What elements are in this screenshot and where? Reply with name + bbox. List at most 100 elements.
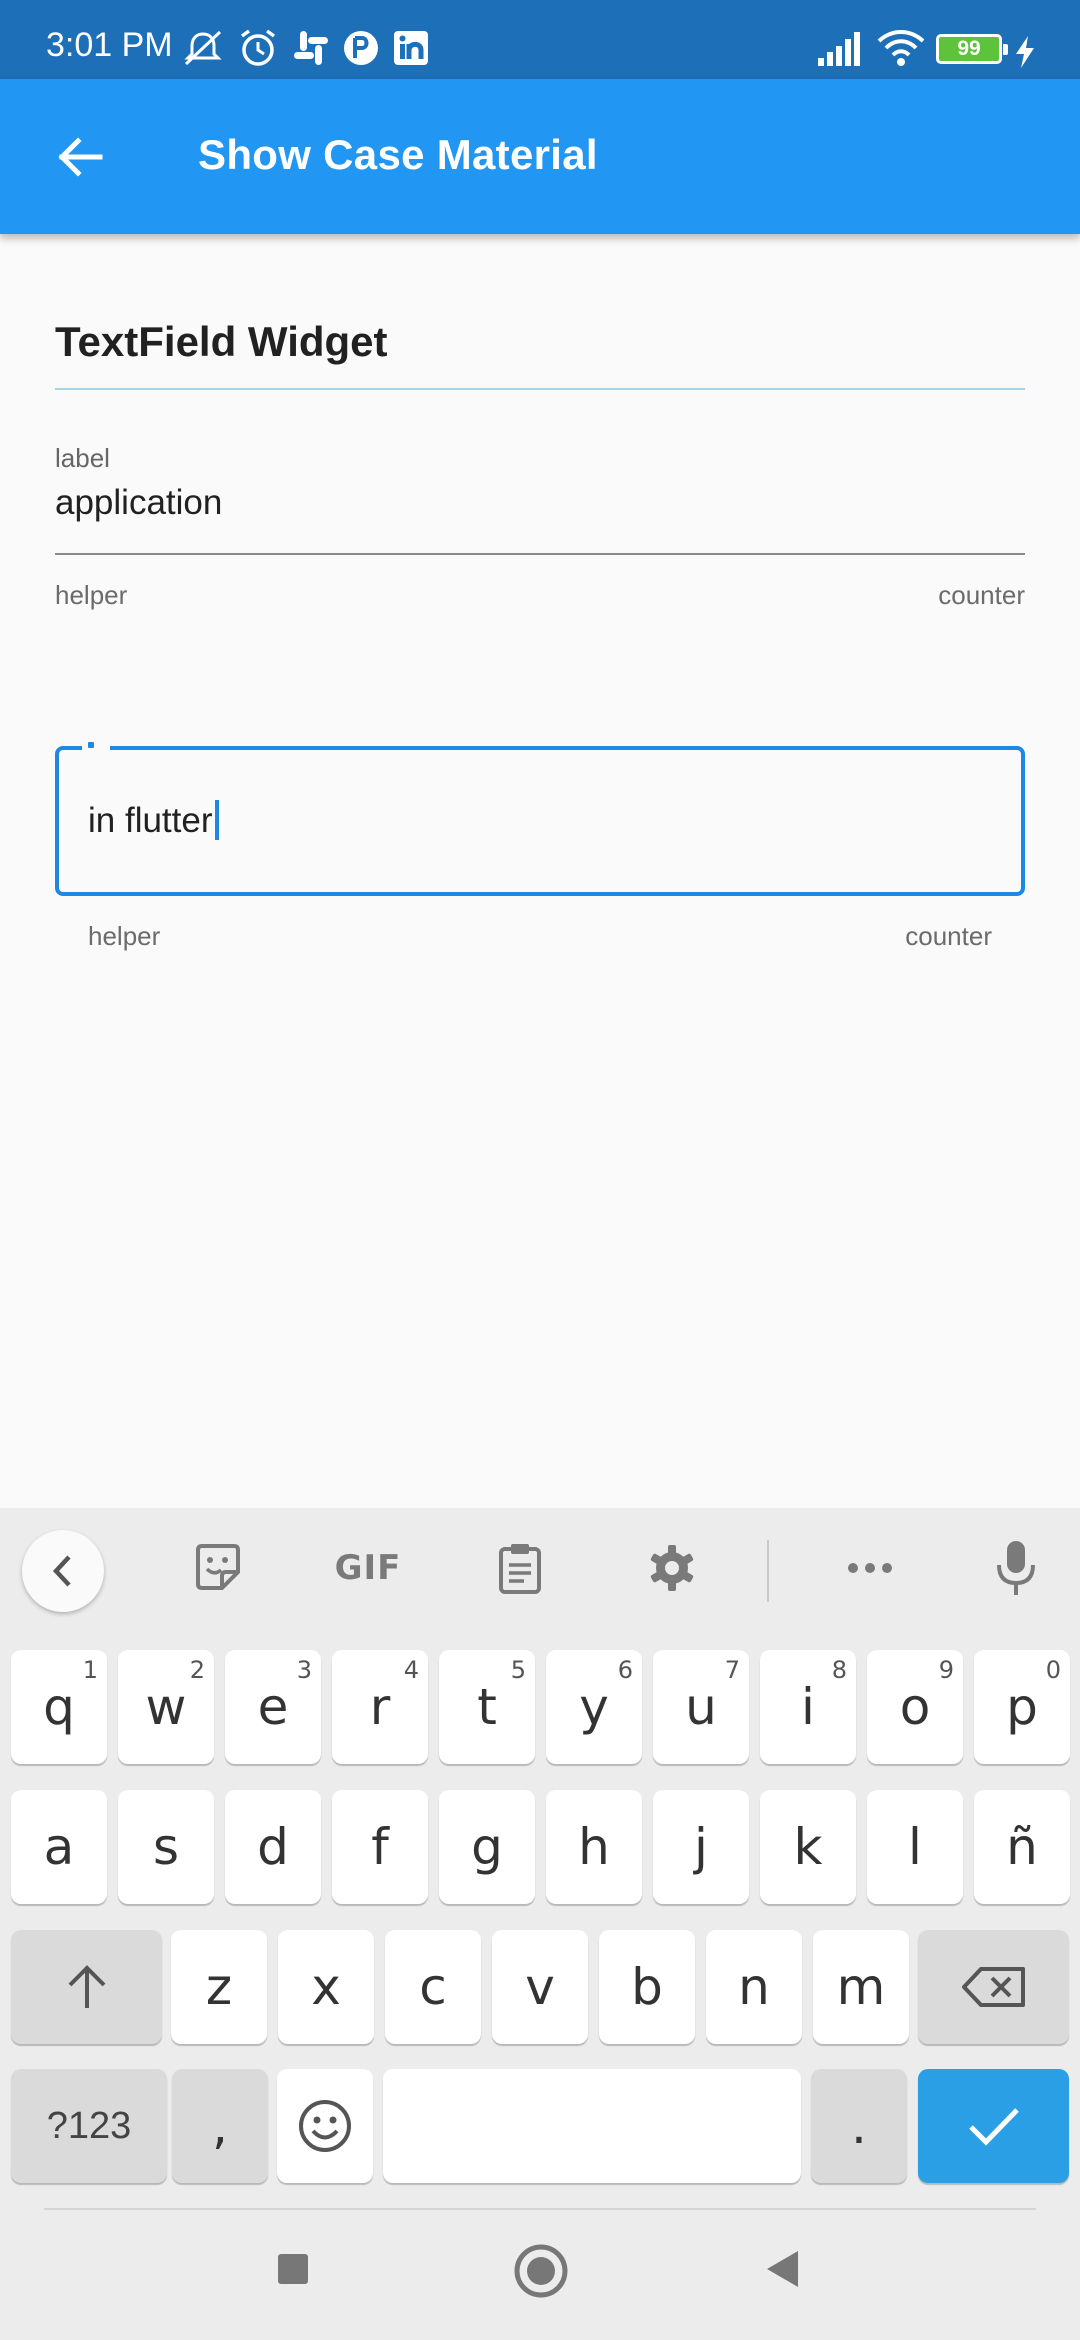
- wifi-icon: [877, 30, 925, 66]
- section-divider: [55, 388, 1025, 390]
- key-label: i: [801, 1678, 815, 1736]
- key-e[interactable]: e3: [225, 1650, 321, 1764]
- clipboard-icon: [499, 1544, 541, 1594]
- key-label: l: [908, 1818, 922, 1876]
- key-d[interactable]: d: [225, 1790, 321, 1904]
- symbols-key[interactable]: ?123: [11, 2069, 167, 2183]
- space-key[interactable]: [383, 2069, 801, 2183]
- key-label: q: [43, 1678, 75, 1736]
- key-hint: 9: [938, 1656, 954, 1684]
- outline-notch: [82, 740, 110, 752]
- app-icon: [344, 31, 378, 65]
- sticker-icon: [196, 1544, 240, 1590]
- key-label: g: [471, 1818, 503, 1876]
- comma-key-label: ,: [212, 2097, 228, 2155]
- key-label: o: [899, 1678, 931, 1736]
- key-label: c: [419, 1958, 447, 2016]
- key-q[interactable]: q1: [11, 1650, 107, 1764]
- backspace-icon: [961, 1967, 1025, 2007]
- period-key[interactable]: .: [811, 2069, 907, 2183]
- outline-label-mark: [88, 742, 94, 748]
- nav-back-button[interactable]: [757, 2244, 807, 2294]
- key-label: z: [205, 1958, 233, 2016]
- field-label: label: [55, 443, 110, 473]
- linkedin-icon: [394, 31, 428, 65]
- enter-key[interactable]: [918, 2069, 1069, 2183]
- outlined-field-value[interactable]: in flutter: [88, 800, 219, 841]
- check-icon: [968, 2108, 1019, 2146]
- clipboard-button[interactable]: [486, 1532, 554, 1604]
- field-value[interactable]: application: [55, 483, 222, 523]
- chevron-left-icon: [52, 1555, 71, 1587]
- key-v[interactable]: v: [492, 1930, 588, 2044]
- key-f[interactable]: f: [332, 1790, 428, 1904]
- key-x[interactable]: x: [278, 1930, 374, 2044]
- app-bar: Show Case Material: [0, 79, 1080, 234]
- collapse-button[interactable]: [22, 1530, 104, 1612]
- more-button[interactable]: [830, 1532, 910, 1604]
- shift-key[interactable]: [11, 1930, 162, 2044]
- mic-button[interactable]: [982, 1532, 1050, 1604]
- key-label: r: [369, 1678, 391, 1736]
- backspace-key[interactable]: [918, 1930, 1069, 2044]
- status-bar: 3:01 PM 99: [0, 0, 1080, 79]
- key-label: b: [631, 1958, 663, 2016]
- key-z[interactable]: z: [171, 1930, 267, 2044]
- home-circle-icon: [514, 2244, 568, 2298]
- gif-label: GIF: [334, 1548, 402, 1588]
- key-label: e: [257, 1678, 289, 1736]
- key-m[interactable]: m: [813, 1930, 909, 2044]
- key-a[interactable]: a: [11, 1790, 107, 1904]
- key-j[interactable]: j: [653, 1790, 749, 1904]
- key-label: p: [1006, 1678, 1038, 1736]
- key-ñ[interactable]: ñ: [974, 1790, 1070, 1904]
- charging-icon: [1016, 36, 1034, 68]
- home-button[interactable]: [511, 2241, 571, 2301]
- key-label: y: [579, 1678, 609, 1736]
- key-label: f: [371, 1818, 389, 1876]
- mic-icon: [997, 1541, 1035, 1595]
- key-b[interactable]: b: [599, 1930, 695, 2044]
- key-s[interactable]: s: [118, 1790, 214, 1904]
- back-button[interactable]: [42, 119, 118, 195]
- key-r[interactable]: r4: [332, 1650, 428, 1764]
- key-label: w: [145, 1678, 187, 1736]
- key-h[interactable]: h: [546, 1790, 642, 1904]
- recents-button[interactable]: [268, 2244, 318, 2294]
- key-n[interactable]: n: [706, 1930, 802, 2044]
- settings-icon: [650, 1545, 694, 1591]
- alarm-icon: [240, 29, 276, 66]
- outlined-counter-text: counter: [905, 921, 992, 951]
- key-label: x: [311, 1958, 341, 2016]
- emoji-key[interactable]: [277, 2069, 373, 2183]
- key-k[interactable]: k: [760, 1790, 856, 1904]
- key-p[interactable]: p0: [974, 1650, 1070, 1764]
- key-hint: 1: [82, 1656, 98, 1684]
- key-label: n: [738, 1958, 770, 2016]
- key-label: u: [685, 1678, 717, 1736]
- key-y[interactable]: y6: [546, 1650, 642, 1764]
- key-i[interactable]: i8: [760, 1650, 856, 1764]
- key-t[interactable]: t5: [439, 1650, 535, 1764]
- key-hint: 7: [724, 1656, 740, 1684]
- sticker-button[interactable]: [182, 1532, 254, 1604]
- key-hint: 2: [189, 1656, 205, 1684]
- text-cursor: [214, 800, 219, 840]
- key-c[interactable]: c: [385, 1930, 481, 2044]
- key-label: m: [836, 1958, 886, 2016]
- mute-bell-icon: [184, 30, 222, 66]
- key-u[interactable]: u7: [653, 1650, 749, 1764]
- field-counter-text: counter: [938, 580, 1025, 610]
- comma-key[interactable]: ,: [172, 2069, 268, 2183]
- key-o[interactable]: o9: [867, 1650, 963, 1764]
- section-title: TextField Widget: [55, 318, 388, 365]
- key-l[interactable]: l: [867, 1790, 963, 1904]
- key-g[interactable]: g: [439, 1790, 535, 1904]
- settings-button[interactable]: [638, 1532, 706, 1604]
- key-label: d: [257, 1818, 289, 1876]
- key-label: ñ: [1006, 1818, 1038, 1876]
- key-hint: 3: [296, 1656, 312, 1684]
- gif-button[interactable]: GIF: [328, 1532, 408, 1604]
- key-w[interactable]: w2: [118, 1650, 214, 1764]
- key-label: a: [43, 1818, 75, 1876]
